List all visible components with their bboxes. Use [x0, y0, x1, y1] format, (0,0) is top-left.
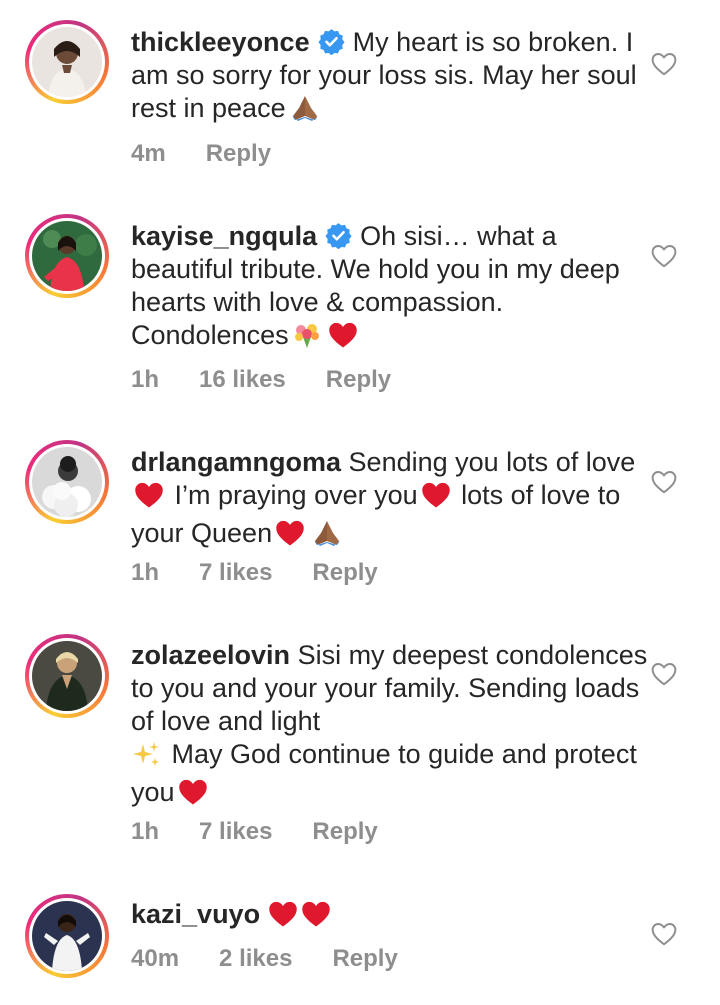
comment-text: I’m praying over you — [174, 480, 418, 510]
bouquet-emoji — [292, 321, 322, 357]
comment-time: 1h — [131, 559, 160, 586]
like-heart-outline-icon[interactable] — [651, 52, 677, 76]
story-ring[interactable] — [25, 894, 109, 978]
avatar[interactable] — [32, 27, 102, 97]
red-heart-emoji — [268, 900, 298, 936]
comment-text: Sending you lots of love — [348, 447, 636, 477]
story-ring[interactable] — [25, 20, 109, 104]
like-heart-outline-icon[interactable] — [651, 470, 677, 494]
reply-button[interactable]: Reply — [206, 140, 271, 168]
comment-body: zolazeelovin Sisi my deepest condolences… — [131, 639, 651, 814]
like-heart-outline-icon[interactable] — [651, 922, 677, 946]
avatar[interactable] — [32, 447, 102, 517]
reply-button[interactable]: Reply — [312, 559, 377, 587]
comment-username[interactable]: zolazeelovin — [131, 640, 290, 670]
avatar[interactable] — [32, 901, 102, 971]
red-heart-emoji — [275, 519, 305, 555]
like-heart-outline-icon[interactable] — [651, 662, 677, 686]
folded-hands-emoji — [289, 94, 321, 130]
avatar[interactable] — [32, 641, 102, 711]
story-ring[interactable] — [25, 214, 109, 298]
red-heart-emoji — [421, 481, 451, 517]
comment-username[interactable]: kazi_vuyo — [131, 899, 260, 929]
verified-badge-icon — [318, 29, 345, 55]
comment-body: kayise_ngqula Oh sisi… what a beautiful t… — [131, 220, 651, 357]
comment-likes[interactable]: 7 likes — [199, 559, 272, 587]
sparkles-emoji — [131, 740, 161, 776]
comment-meta: 1h 7 likes Reply — [131, 559, 418, 587]
red-heart-emoji — [328, 321, 358, 357]
comment-likes[interactable]: 7 likes — [199, 818, 272, 846]
comment-username[interactable]: drlangamngoma — [131, 447, 341, 477]
reply-button[interactable]: Reply — [332, 945, 397, 973]
comment-meta: 40m 2 likes Reply — [131, 945, 438, 973]
avatar[interactable] — [32, 221, 102, 291]
comment-meta: 1h 7 likes Reply — [131, 818, 418, 846]
comment-body: kazi_vuyo — [131, 898, 651, 936]
folded-hands-emoji — [311, 519, 343, 555]
comment-likes[interactable]: 16 likes — [199, 366, 286, 394]
comment-username[interactable]: kayise_ngqula — [131, 221, 317, 251]
comment-time: 1h — [131, 366, 160, 393]
comment-time: 4m — [131, 140, 166, 167]
comment-likes[interactable]: 2 likes — [219, 945, 292, 973]
comment-time: 40m — [131, 945, 180, 972]
red-heart-emoji — [134, 481, 164, 517]
reply-button[interactable]: Reply — [312, 818, 377, 846]
story-ring[interactable] — [25, 440, 109, 524]
comment-body: drlangamngoma Sending you lots of love I… — [131, 446, 651, 555]
red-heart-emoji — [301, 900, 331, 936]
story-ring[interactable] — [25, 634, 109, 718]
red-heart-emoji — [178, 778, 208, 814]
comment-time: 1h — [131, 818, 160, 845]
verified-badge-icon — [325, 223, 352, 249]
like-heart-outline-icon[interactable] — [651, 244, 677, 268]
reply-button[interactable]: Reply — [326, 366, 391, 394]
comment-body: thickleeyonce My heart is so broken. I am… — [131, 26, 651, 130]
comment-username[interactable]: thickleeyonce — [131, 27, 310, 57]
comment-meta: 4m Reply — [131, 140, 311, 168]
comment-meta: 1h 16 likes Reply — [131, 366, 431, 394]
